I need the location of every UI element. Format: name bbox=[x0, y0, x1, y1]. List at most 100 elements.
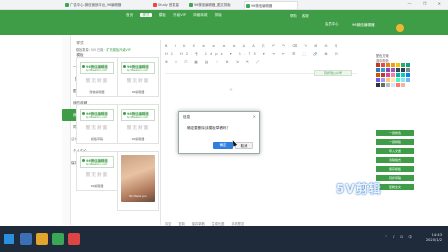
color-swatch[interactable] bbox=[406, 83, 410, 87]
color-swatch[interactable] bbox=[381, 63, 385, 67]
template-caption: 模板草稿 bbox=[90, 137, 103, 141]
no-cover-text: 暂无封面 bbox=[85, 126, 109, 131]
member-center-link[interactable]: 会员中心 bbox=[325, 21, 339, 26]
brand-title: 96微信编辑器 bbox=[352, 23, 375, 27]
toolbar-row[interactable]: H1 H2 ¶ 14px ▾ 1.75 ▾ ⇥ ⇤ ☰ ⬚ 🔗 ⊠ ⊡ bbox=[165, 52, 357, 60]
clock[interactable]: 14:43 2020/1/2 bbox=[426, 233, 442, 243]
color-swatch[interactable] bbox=[386, 63, 390, 67]
color-swatch[interactable] bbox=[391, 73, 395, 77]
confirm-dialog: 信息 ✕ 确定要删除该模板草稿吗？ 确定 取消 bbox=[178, 111, 260, 154]
palette-action-button[interactable]: 清除格式 bbox=[376, 157, 414, 163]
color-swatch[interactable] bbox=[406, 63, 410, 67]
taskbar-app-icon[interactable] bbox=[68, 233, 80, 245]
template-caption: 96编辑器 bbox=[90, 184, 104, 188]
color-swatch[interactable] bbox=[396, 73, 400, 77]
color-swatch[interactable] bbox=[401, 63, 405, 67]
logo-icon bbox=[82, 112, 85, 115]
color-swatch[interactable] bbox=[376, 78, 380, 82]
palette-action-button[interactable]: 一键排版 bbox=[376, 139, 414, 145]
window-controls[interactable]: — ❐ ✕ bbox=[408, 1, 446, 6]
color-swatch[interactable] bbox=[376, 63, 380, 67]
template-card-photo[interactable]: No thank you bbox=[117, 151, 159, 211]
taskbar-app-icon[interactable] bbox=[36, 233, 48, 245]
color-swatch[interactable] bbox=[396, 78, 400, 82]
color-swatch[interactable] bbox=[396, 68, 400, 72]
template-caption: 微信编辑器 bbox=[89, 90, 105, 94]
color-swatch[interactable] bbox=[391, 78, 395, 82]
service-link[interactable]: 客服 bbox=[302, 14, 309, 18]
color-swatch[interactable] bbox=[386, 78, 390, 82]
color-swatch[interactable] bbox=[401, 83, 405, 87]
menu-item-mall[interactable]: 风格商城 bbox=[193, 13, 207, 17]
color-swatch[interactable] bbox=[401, 68, 405, 72]
palette-action-button[interactable]: 导入文章 bbox=[376, 148, 414, 154]
color-swatch[interactable] bbox=[391, 63, 395, 67]
color-swatch[interactable] bbox=[376, 68, 380, 72]
menu-item-home[interactable]: 首页 bbox=[126, 13, 133, 17]
palette-action-button[interactable]: 一键换色 bbox=[376, 130, 414, 136]
system-tray[interactable]: ⌃ ♪ ⊡ 中 bbox=[385, 235, 414, 240]
menu-item-vip[interactable]: 升级VIP bbox=[173, 13, 186, 17]
add-icon[interactable]: ＋ bbox=[229, 87, 233, 93]
tab-label: 广告中心-微信营销平台_96编辑器 bbox=[70, 3, 122, 7]
swatch-row bbox=[376, 83, 414, 87]
color-swatch[interactable] bbox=[381, 68, 385, 72]
color-swatch[interactable] bbox=[391, 83, 395, 87]
template-card[interactable]: 96微信编辑器 bj.96weixin.com 暂无封面 96编辑器 bbox=[117, 104, 159, 144]
color-swatch[interactable] bbox=[381, 83, 385, 87]
color-swatch[interactable] bbox=[406, 68, 410, 72]
cover-subtitle: No thank you bbox=[129, 195, 147, 198]
help-link[interactable]: 帮助 bbox=[290, 14, 297, 18]
color-swatch[interactable] bbox=[381, 78, 385, 82]
confirm-button[interactable]: 确定 bbox=[213, 142, 233, 149]
toolbar-row[interactable]: ⊕ ⌗ ⎚ ▦ ▤ ♢ ⊗ ⇲ ⇱ ⤢ bbox=[165, 60, 357, 68]
browser-tab[interactable]: 广告中心-微信营销平台_96编辑器 bbox=[64, 1, 152, 9]
color-swatch[interactable] bbox=[396, 63, 400, 67]
template-card[interactable]: 96微信编辑器 bj.96weixin.com 暂无封面 96编辑器 bbox=[76, 151, 118, 191]
color-swatch[interactable] bbox=[406, 78, 410, 82]
template-card[interactable]: 96微信编辑器 bj.96weixin.com 暂无封面 96编辑器 bbox=[117, 57, 159, 97]
close-icon[interactable]: ✕ bbox=[253, 114, 256, 119]
color-swatch[interactable] bbox=[386, 73, 390, 77]
logo-icon bbox=[82, 65, 85, 68]
logo-url: bj.96weixin.com bbox=[86, 163, 108, 166]
color-swatch[interactable] bbox=[376, 73, 380, 77]
browser-tab-active[interactable]: 96微信编辑器 bbox=[244, 1, 298, 9]
dialog-message: 确定要删除该模板草稿吗？ bbox=[187, 126, 231, 130]
menu-item-templates[interactable]: 模板 bbox=[159, 13, 166, 17]
template-logo: 96微信编辑器 bj.96weixin.com bbox=[121, 62, 155, 74]
color-palette: 配色方案 选中颜色 bbox=[376, 53, 414, 88]
color-swatch[interactable] bbox=[401, 73, 405, 77]
color-swatch[interactable] bbox=[381, 73, 385, 77]
sync-wechat-button[interactable]: 同步到公众号 bbox=[314, 70, 352, 76]
avatar[interactable] bbox=[396, 24, 404, 32]
color-swatch[interactable] bbox=[396, 83, 400, 87]
color-swatch[interactable] bbox=[401, 78, 405, 82]
dialog-title: 信息 bbox=[183, 115, 191, 119]
menu-item-layout[interactable]: 排版 bbox=[215, 13, 222, 17]
toolbar-row[interactable]: B I U S ≡ ≡ ≡ ≡ A A ⎘ ↶ ↷ ⌫ ✎ ⊞ ⊟ ⚲ bbox=[165, 44, 357, 52]
color-swatch[interactable] bbox=[391, 68, 395, 72]
color-swatch[interactable] bbox=[406, 73, 410, 77]
browser-tab[interactable]: Study 首发星 bbox=[152, 1, 188, 9]
color-swatch[interactable] bbox=[386, 83, 390, 87]
palette-action-button[interactable]: 同步草稿 bbox=[376, 175, 414, 181]
start-icon[interactable] bbox=[4, 234, 14, 244]
taskbar-app-icon[interactable] bbox=[52, 233, 64, 245]
swatch-grid bbox=[376, 63, 414, 87]
util-links: 帮助 客服 bbox=[290, 13, 313, 18]
watermark: 5V剪辑 bbox=[336, 182, 382, 196]
color-swatch[interactable] bbox=[386, 68, 390, 72]
color-swatch[interactable] bbox=[376, 83, 380, 87]
palette-action-button[interactable]: 保存模板 bbox=[376, 166, 414, 172]
taskbar-app-icon[interactable] bbox=[20, 233, 32, 245]
logo-icon bbox=[123, 112, 126, 115]
menu-item-styles[interactable]: 样式 bbox=[140, 13, 152, 17]
template-logo: 96微信编辑器 bj.96weixin.com bbox=[80, 156, 114, 168]
upgrade-vip-link[interactable]: 扩充模板升级VIP bbox=[106, 48, 130, 52]
browser-tab-strip: 广告中心-微信营销平台_96编辑器 Study 首发星 96微信编辑器_图文排版… bbox=[0, 0, 448, 10]
template-card[interactable]: 96微信编辑器 bj.96weixin.com 暂无封面 模板草稿 bbox=[76, 104, 118, 144]
browser-tab[interactable]: 96微信编辑器_图文排版 bbox=[188, 1, 244, 9]
template-card[interactable]: 96微信编辑器 bj.96weixin.com 暂无封面 微信编辑器 bbox=[76, 57, 118, 97]
cancel-button[interactable]: 取消 bbox=[235, 142, 253, 149]
